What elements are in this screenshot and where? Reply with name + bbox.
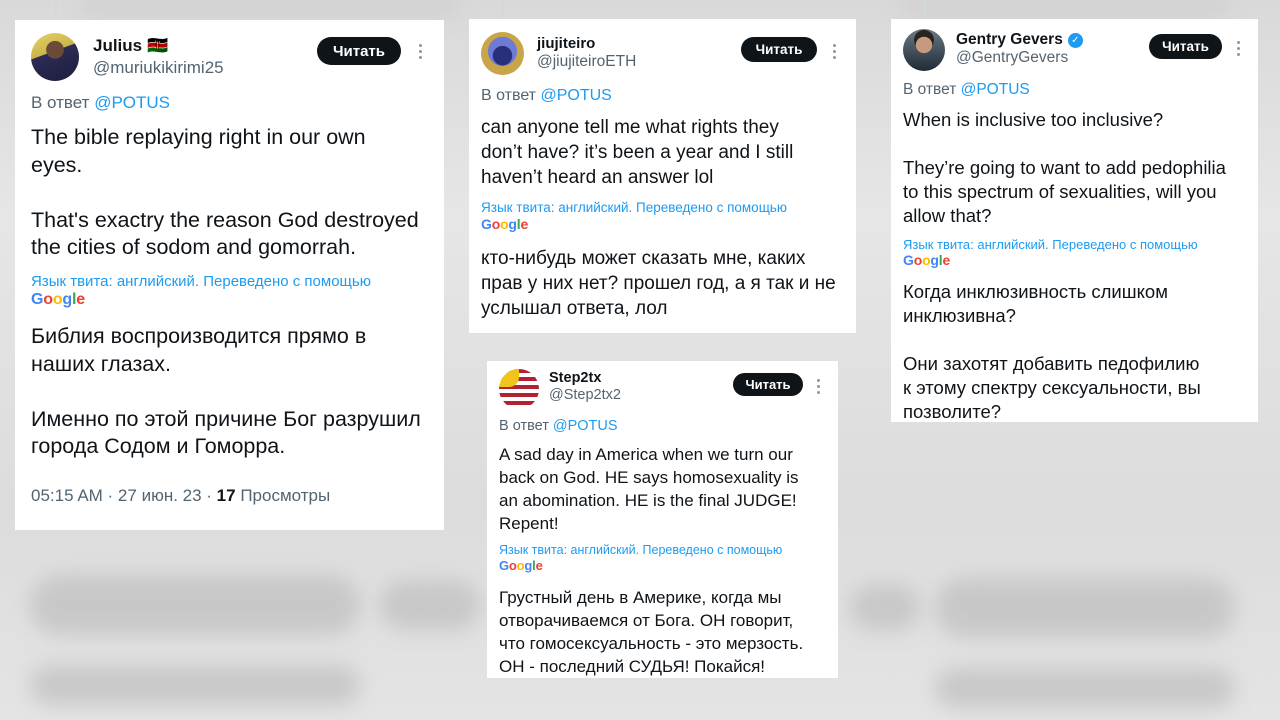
blurred-shape (850, 585, 920, 630)
tweet-original-text: When is inclusive too inclusive? They’re… (903, 109, 1226, 226)
author-handle[interactable]: @Step2tx2 (549, 387, 621, 403)
blurred-shape (30, 665, 360, 705)
reply-prefix: В ответ (499, 418, 549, 434)
tweet-original-text: The bible replaying right in our own eye… (31, 125, 419, 259)
follow-button[interactable]: Читать (741, 37, 817, 62)
reply-prefix: В ответ (31, 93, 90, 112)
blurred-shape (380, 580, 480, 630)
author-name[interactable]: jiujiteiro (537, 35, 595, 52)
translation-note[interactable]: Язык твита: английский. Переведено с пом… (31, 273, 371, 290)
follow-button[interactable]: Читать (733, 373, 803, 396)
author-handle[interactable]: @jiujiteiroETH (537, 53, 636, 71)
author-handle[interactable]: @GentryGevers (956, 49, 1068, 67)
tweet-card-step2tx: Step2tx @Step2tx2 Читать В ответ @POTUS … (487, 361, 838, 678)
avatar[interactable] (903, 29, 945, 71)
author-name[interactable]: Julius (93, 36, 142, 56)
thread-line (55, 0, 57, 20)
views-count: 17 (216, 486, 236, 505)
avatar[interactable] (481, 32, 524, 75)
more-options-icon[interactable] (817, 377, 820, 395)
reply-context: В ответ @POTUS (31, 93, 170, 113)
views-label: Просмотры (235, 486, 331, 505)
reply-prefix: В ответ (481, 87, 537, 104)
google-logo: Google (481, 216, 529, 232)
translation-note[interactable]: Язык твита: английский. Переведено с пом… (903, 237, 1198, 252)
reply-context: В ответ @POTUS (481, 87, 612, 105)
mention-link[interactable]: @POTUS (553, 418, 618, 434)
translation-note[interactable]: Язык твита: английский. Переведено с пом… (481, 200, 787, 215)
tweet-metadata: 05:15 AM · 27 июн. 23 · 17 Просмотры (31, 486, 330, 506)
author-name[interactable]: Step2tx (549, 370, 601, 386)
more-options-icon[interactable] (833, 42, 836, 60)
kenya-flag-icon: 🇰🇪 (147, 36, 169, 55)
avatar[interactable] (499, 369, 539, 409)
reply-context: В ответ @POTUS (903, 81, 1030, 99)
blurred-shape (80, 0, 460, 14)
author-name[interactable]: Gentry Gevers (956, 31, 1063, 49)
reply-prefix: В ответ (903, 81, 957, 98)
reply-context: В ответ @POTUS (499, 418, 618, 434)
tweet-original-text: can anyone tell me what rights they don’… (481, 117, 794, 188)
blurred-shape (30, 575, 360, 635)
avatar[interactable] (31, 33, 79, 81)
more-options-icon[interactable] (1237, 39, 1240, 57)
google-logo: Google (903, 252, 951, 268)
blurred-shape (900, 0, 1230, 14)
blurred-shape (935, 578, 1235, 638)
tweet-translated-text: кто-нибудь может сказать мне, каких прав… (481, 248, 836, 319)
thread-line (502, 0, 504, 19)
follow-button[interactable]: Читать (317, 37, 401, 65)
tweet-card-gentry: Gentry Gevers ✓ @GentryGevers Читать В о… (891, 0, 1258, 422)
tweet-card-jiujiteiro: jiujiteiro @jiujiteiroETH Читать В ответ… (469, 0, 856, 333)
google-logo: Google (499, 558, 543, 573)
tweet-translated-text: Библия воспроизводится прямо в наших гла… (31, 324, 421, 458)
tweet-original-text: A sad day in America when we turn our ba… (499, 445, 799, 533)
thread-line (924, 0, 926, 19)
author-handle[interactable]: @muriukikirimi25 (93, 58, 224, 78)
google-logo: Google (31, 291, 85, 308)
mention-link[interactable]: @POTUS (94, 93, 170, 112)
blurred-shape (935, 668, 1235, 708)
tweet-timestamp[interactable]: 05:15 AM · 27 июн. 23 · (31, 486, 217, 505)
mention-link[interactable]: @POTUS (961, 81, 1030, 98)
tweet-translated-text: Грустный день в Америке, когда мы отвора… (499, 588, 804, 676)
more-options-icon[interactable] (419, 42, 422, 60)
tweet-card-julius: Julius 🇰🇪 @muriukikirimi25 Читать В отве… (15, 0, 444, 530)
verified-badge-icon: ✓ (1067, 32, 1083, 48)
follow-button[interactable]: Читать (1149, 34, 1222, 59)
mention-link[interactable]: @POTUS (540, 87, 611, 104)
tweet-translated-text: Когда инклюзивность слишком инклюзивна? … (903, 281, 1201, 422)
translation-note[interactable]: Язык твита: английский. Переведено с пом… (499, 543, 782, 557)
